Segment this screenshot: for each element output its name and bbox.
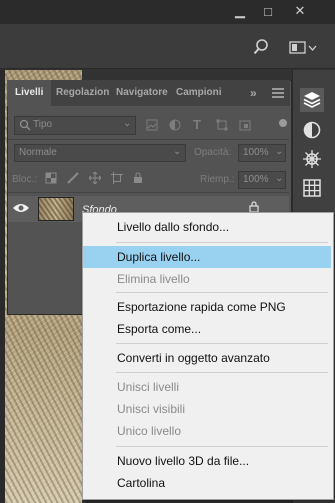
opacity-value: 100% xyxy=(243,147,269,158)
fill-input[interactable]: 100% ⌄ xyxy=(238,171,286,189)
tab-regolazioni[interactable]: Regolazioni xyxy=(56,80,110,106)
menu-item-elimina-livello[interactable]: Elimina livello xyxy=(83,268,331,290)
filter-type-icon[interactable]: T xyxy=(193,117,201,132)
swatches-panel-icon[interactable] xyxy=(300,176,324,200)
lock-all-icon[interactable] xyxy=(133,172,143,184)
menu-separator xyxy=(116,372,328,373)
menu-separator xyxy=(116,242,328,243)
opacity-input[interactable]: 100% ⌄ xyxy=(238,144,286,162)
visibility-eye-icon[interactable] xyxy=(12,202,30,214)
divider xyxy=(8,139,289,140)
canvas-edge xyxy=(0,70,5,503)
menu-item-unico-livello[interactable]: Unico livello xyxy=(83,420,331,442)
menu-separator xyxy=(116,446,328,447)
filter-shape-icon[interactable] xyxy=(216,119,228,131)
menu-item-nuovo-livello-3d[interactable]: Nuovo livello 3D da file... xyxy=(83,450,331,472)
minimize-button[interactable]: ▁ xyxy=(226,0,254,22)
layer-thumbnail[interactable] xyxy=(38,197,74,221)
filter-toggle-icon[interactable] xyxy=(279,119,287,127)
menu-separator xyxy=(116,343,328,344)
navigator-panel-icon[interactable] xyxy=(300,147,324,171)
opacity-label: Opacità: xyxy=(194,147,232,158)
chevron-down-icon: ⌄ xyxy=(123,118,132,129)
menu-item-unisci-visibili[interactable]: Unisci visibili xyxy=(83,398,331,420)
tab-navigatore[interactable]: Navigatore xyxy=(116,80,168,106)
menu-item-esporta-come[interactable]: Esporta come... xyxy=(83,318,331,340)
menu-item-converti-oggetto-avanzato[interactable]: Converti in oggetto avanzato xyxy=(83,347,331,369)
chevron-down-icon: ⌄ xyxy=(275,173,284,184)
more-tabs-icon[interactable]: » xyxy=(250,80,264,106)
maximize-icon: □ xyxy=(264,3,272,19)
close-button[interactable]: ✕ xyxy=(286,0,314,22)
search-icon[interactable] xyxy=(253,38,272,56)
menu-item-duplica-livello[interactable]: Duplica livello... xyxy=(83,246,331,268)
chevron-down-icon: ⌄ xyxy=(275,146,284,157)
fill-value: 100% xyxy=(243,174,269,185)
lock-position-icon[interactable] xyxy=(88,171,102,185)
menu-item-unisci-livelli[interactable]: Unisci livelli xyxy=(83,376,331,398)
filter-pixel-icon[interactable] xyxy=(146,119,158,131)
filter-type-dropdown[interactable]: Tipo ⌄ xyxy=(14,116,136,135)
lock-label: Bloc.: xyxy=(12,174,38,185)
minimize-icon: ▁ xyxy=(235,3,245,18)
filter-type-label: Tipo xyxy=(33,119,53,130)
filter-smart-object-icon[interactable] xyxy=(239,119,251,131)
title-bar xyxy=(0,0,335,24)
lock-transparent-icon[interactable] xyxy=(45,172,57,184)
lock-artboard-icon[interactable] xyxy=(111,172,123,184)
tab-livelli[interactable]: Livelli xyxy=(7,80,51,106)
menu-item-cartolina[interactable]: Cartolina xyxy=(83,472,331,494)
fill-label: Riemp.: xyxy=(200,174,235,185)
menu-item-esportazione-rapida-png[interactable]: Esportazione rapida come PNG xyxy=(83,296,331,318)
lock-image-icon[interactable] xyxy=(67,172,79,184)
panel-menu-icon[interactable] xyxy=(272,88,284,98)
adjustments-panel-icon[interactable] xyxy=(300,118,324,142)
options-bar xyxy=(0,24,335,69)
close-icon: ✕ xyxy=(294,3,306,18)
menu-separator xyxy=(116,292,328,293)
blend-mode-dropdown[interactable]: Normale ⌄ xyxy=(14,144,186,162)
layers-panel-icon[interactable] xyxy=(300,88,324,112)
divider xyxy=(8,192,289,193)
workspace-switcher-icon[interactable] xyxy=(289,40,317,56)
menu-item-livello-dallo-sfondo[interactable]: Livello dallo sfondo... xyxy=(83,216,331,238)
filter-adjustment-icon[interactable] xyxy=(169,119,181,131)
search-icon xyxy=(19,119,31,131)
blend-mode-value: Normale xyxy=(19,147,57,158)
chevron-down-icon: ⌄ xyxy=(173,146,182,157)
tab-campioni[interactable]: Campioni xyxy=(176,80,226,106)
maximize-button[interactable]: □ xyxy=(254,0,282,22)
